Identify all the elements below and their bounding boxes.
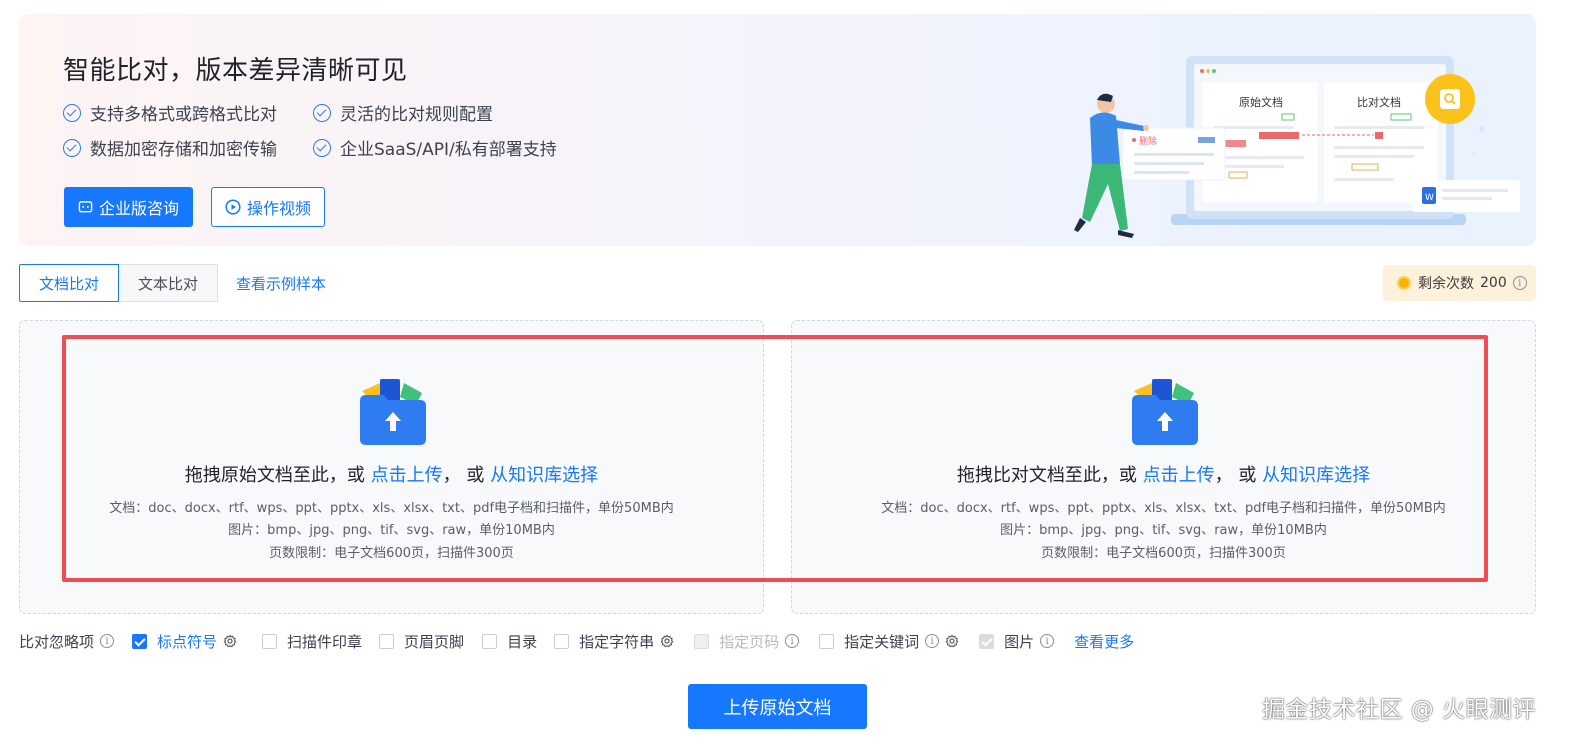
enterprise-consult-label: 企业版咨询 [98,201,179,218]
remaining-count-badge: 剩余次数 200 i [1383,265,1536,301]
feature-item: 灵活的比对规则配置 [313,100,493,125]
tab-text-compare[interactable]: 文本比对 [119,264,218,302]
upload-sep: ， 或 [442,465,485,486]
tab-document-compare[interactable]: 文档比对 [19,264,119,302]
illustration-delete-tag: 删除 [1139,135,1157,147]
chat-icon [78,200,93,215]
remaining-count: 200 [1480,275,1507,291]
option-label: 标点符号 [157,632,218,651]
gear-icon[interactable] [223,634,237,648]
option-specified-page: 指定页码 i [694,631,800,652]
hero-banner: 智能比对，版本差异清晰可见 支持多格式或跨格式比对 灵活的比对规则配置 数据加密… [19,14,1536,246]
upload-original-button[interactable]: 上传原始文档 [688,684,867,729]
view-sample-link[interactable]: 查看示例样本 [236,273,326,294]
illustration-compare-label: 比对文档 [1357,95,1401,109]
option-specified-keyword[interactable]: 指定关键词 i [819,631,959,652]
upload-prompt: 拖拽原始文档至此，或 [184,465,365,486]
knowledge-base-select-link[interactable]: 从知识库选择 [1262,465,1370,486]
banner-title: 智能比对，版本差异清晰可见 [63,56,408,86]
upload-prompt: 拖拽比对文档至此，或 [956,465,1137,486]
info-icon[interactable]: i [785,634,800,648]
checkbox[interactable] [379,633,395,649]
view-more-link[interactable]: 查看更多 [1074,631,1134,652]
upload-headline: 拖拽比对文档至此，或 点击上传， 或 从知识库选择 [792,461,1535,487]
gear-icon[interactable] [945,634,959,648]
coin-icon [1397,276,1411,290]
folder-upload-icon [1132,379,1198,445]
option-label: 扫描件印章 [287,632,363,651]
feature-label: 企业SaaS/API/私有部署支持 [340,140,557,160]
knowledge-base-select-link[interactable]: 从知识库选择 [490,465,598,486]
spec-images: 图片：bmp、jpg、png、tif、svg、raw，单份10MB内 [228,523,555,538]
option-header-footer[interactable]: 页眉页脚 [379,631,464,652]
info-icon[interactable]: i [1512,276,1527,290]
spec-page-limit: 页数限制：电子文档600页，扫描件300页 [1041,546,1286,561]
remaining-label: 剩余次数 [1418,276,1474,292]
mode-tabs: 文档比对 文本比对 [19,264,218,302]
option-label: 指定页码 [719,632,780,651]
spec-images: 图片：bmp、jpg、png、tif、svg、raw，单份10MB内 [1000,523,1327,538]
gear-icon[interactable] [660,634,674,648]
check-circle-icon [313,103,331,122]
option-scan-stamp[interactable]: 扫描件印章 [262,631,362,652]
feature-item: 数据加密存储和加密传输 [63,135,277,160]
checkbox[interactable] [819,633,835,649]
option-label: 指定字符串 [579,632,655,651]
option-specified-string[interactable]: 指定字符串 [554,631,674,652]
feature-item: 支持多格式或跨格式比对 [63,100,277,125]
check-circle-icon [63,103,81,122]
ignore-options-label: 比对忽略项 [19,632,95,651]
option-label: 页眉页脚 [404,632,465,651]
feature-label: 数据加密存储和加密传输 [90,140,277,160]
checkbox[interactable] [554,633,570,649]
spec-page-limit: 页数限制：电子文档600页，扫描件300页 [269,546,514,561]
compare-illustration: 原始文档 比对文档 W 删除 [1074,56,1520,238]
feature-label: 支持多格式或跨格式比对 [90,105,277,125]
option-image: 图片 i [979,631,1055,652]
info-icon[interactable]: i [925,634,940,648]
checkbox[interactable] [262,633,278,649]
upload-zone-original[interactable]: 拖拽原始文档至此，或 点击上传， 或 从知识库选择 文档：doc、docx、rt… [19,320,764,614]
info-icon[interactable]: i [1040,634,1055,648]
enterprise-consult-button[interactable]: 企业版咨询 [64,187,193,227]
folder-upload-icon [360,379,426,445]
option-toc[interactable]: 目录 [482,631,537,652]
click-upload-link[interactable]: 点击上传 [1143,465,1215,486]
checkbox[interactable] [132,633,148,649]
upload-sep: ， 或 [1214,465,1257,486]
illustration-original-label: 原始文档 [1239,95,1283,109]
svg-text:W: W [1425,193,1434,203]
check-circle-icon [313,138,331,157]
click-upload-link[interactable]: 点击上传 [371,465,443,486]
feature-item: 企业SaaS/API/私有部署支持 [313,135,557,160]
spec-documents: 文档：doc、docx、rtf、wps、ppt、pptx、xls、xlsx、tx… [109,501,674,516]
option-label: 图片 [1004,632,1035,651]
upload-zone-compare[interactable]: 拖拽比对文档至此，或 点击上传， 或 从知识库选择 文档：doc、docx、rt… [791,320,1536,614]
watermark-text: 掘金技术社区 @ 火眼测评 [1262,697,1537,723]
checkbox [694,633,710,649]
upload-headline: 拖拽原始文档至此，或 点击上传， 或 从知识库选择 [20,461,763,487]
option-punctuation[interactable]: 标点符号 [132,631,237,652]
play-circle-icon [225,199,241,215]
check-circle-icon [63,138,81,157]
checkbox[interactable] [482,633,498,649]
checkbox [979,633,995,649]
feature-label: 灵活的比对规则配置 [340,105,493,125]
info-icon[interactable]: i [100,634,115,648]
tutorial-video-label: 操作视频 [246,201,311,218]
option-label: 目录 [507,632,538,651]
option-label: 指定关键词 [844,632,920,651]
spec-documents: 文档：doc、docx、rtf、wps、ppt、pptx、xls、xlsx、tx… [881,501,1446,516]
ignore-options-row: 比对忽略项 i 标点符号 扫描件印章 页眉页脚 目录 指定字符串 指定页码 i … [19,630,1134,652]
tutorial-video-button[interactable]: 操作视频 [211,187,325,227]
